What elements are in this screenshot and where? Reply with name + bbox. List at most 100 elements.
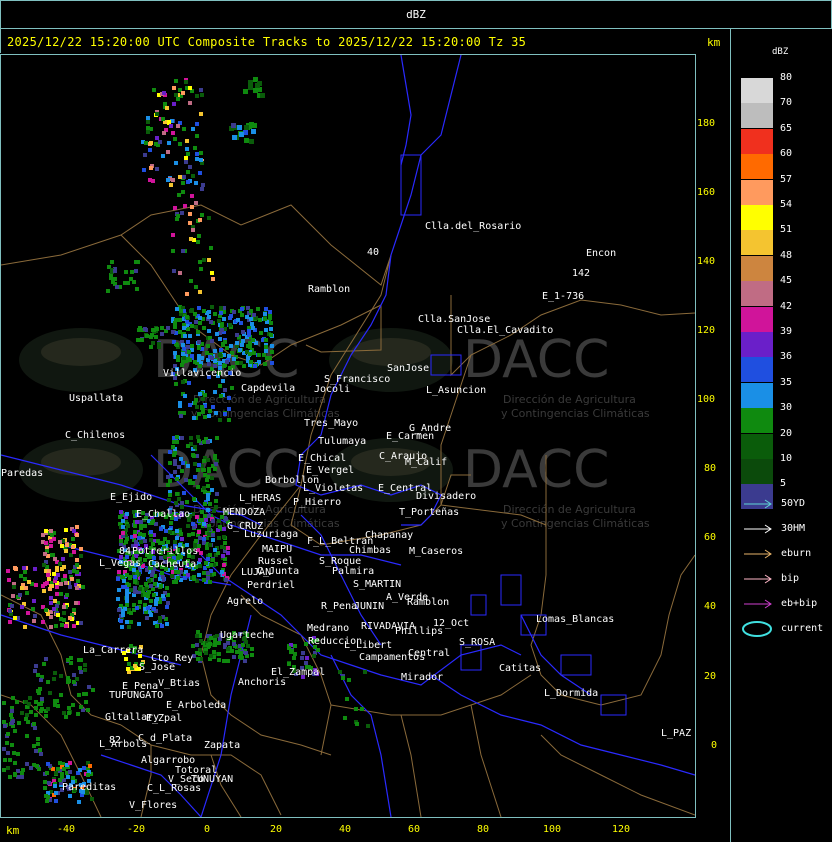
radar-echo-pixel xyxy=(79,547,83,551)
urban-area-outline xyxy=(560,654,592,676)
radar-echo-pixel xyxy=(247,333,251,337)
radar-echo-pixel xyxy=(264,345,268,349)
radar-echo-pixel xyxy=(133,534,137,538)
radar-echo-pixel xyxy=(51,553,55,557)
arrow-icon xyxy=(744,599,772,609)
radar-echo-pixel xyxy=(186,340,190,344)
radar-echo-pixel xyxy=(149,141,153,145)
radar-echo-pixel xyxy=(122,579,126,583)
radar-echo-pixel xyxy=(213,312,217,316)
radar-echo-pixel xyxy=(180,436,184,440)
radar-echo-pixel xyxy=(204,518,208,522)
radar-echo-pixel xyxy=(207,216,211,220)
place-label: Catitas xyxy=(499,663,542,674)
place-label: Anchoris xyxy=(238,677,287,688)
radar-echo-pixel xyxy=(268,310,272,314)
radar-echo-pixel xyxy=(262,353,266,357)
radar-echo-pixel xyxy=(227,418,231,422)
radar-echo-pixel xyxy=(84,700,88,704)
legend-value: 57 xyxy=(780,173,793,185)
radar-echo-pixel xyxy=(117,588,121,592)
radar-echo-pixel xyxy=(198,564,202,568)
radar-echo-pixel xyxy=(145,616,149,620)
radar-echo-pixel xyxy=(198,321,202,325)
radar-echo-pixel xyxy=(175,477,179,481)
radar-echo-pixel xyxy=(227,407,231,411)
legend-track-label: 50YD xyxy=(781,498,806,509)
radar-echo-pixel xyxy=(66,676,70,680)
radar-echo-pixel xyxy=(182,127,186,131)
radar-echo-pixel xyxy=(133,664,137,668)
radar-echo-pixel xyxy=(160,332,164,336)
place-label: Pareditas xyxy=(62,782,117,793)
radar-echo-pixel xyxy=(126,667,130,671)
radar-echo-pixel xyxy=(173,451,177,455)
radar-echo-pixel xyxy=(65,543,69,547)
radar-echo-pixel xyxy=(222,659,226,663)
radar-echo-pixel xyxy=(189,237,193,241)
radar-echo-pixel xyxy=(187,533,191,537)
radar-echo-pixel xyxy=(137,622,141,626)
legend-value: 65 xyxy=(780,122,793,134)
radar-echo-pixel xyxy=(174,161,178,165)
legend-value: 60 xyxy=(780,148,793,160)
radar-echo-pixel xyxy=(196,485,200,489)
radar-echo-pixel xyxy=(219,306,223,310)
radar-echo-pixel xyxy=(48,691,52,695)
radar-echo-pixel xyxy=(178,404,182,408)
radar-echo-pixel xyxy=(200,93,204,97)
radar-echo-pixel xyxy=(183,204,187,208)
legend-track-label: eburn xyxy=(781,548,812,559)
radar-echo-pixel xyxy=(179,414,183,418)
radar-echo-pixel xyxy=(44,608,48,612)
radar-echo-pixel xyxy=(195,122,199,126)
radar-echo-pixel xyxy=(184,156,188,160)
radar-echo-pixel xyxy=(169,124,173,128)
radar-echo-pixel xyxy=(226,546,230,550)
radar-echo-pixel xyxy=(152,88,156,92)
radar-echo-pixel xyxy=(210,356,214,360)
x-tick-label: 60 xyxy=(408,824,421,835)
radar-echo-pixel xyxy=(10,709,14,713)
radar-echo-pixel xyxy=(175,529,179,533)
radar-echo-pixel xyxy=(144,582,148,586)
radar-echo-pixel xyxy=(11,594,15,598)
radar-echo-pixel xyxy=(215,492,219,496)
legend-value: 51 xyxy=(780,224,793,236)
legend-value: 20 xyxy=(780,427,793,439)
radar-echo-pixel xyxy=(190,194,194,198)
radar-echo-pixel xyxy=(191,174,195,178)
radar-echo-pixel xyxy=(166,326,170,330)
radar-echo-pixel xyxy=(211,405,215,409)
radar-echo-pixel xyxy=(198,392,202,396)
radar-echo-pixel xyxy=(224,578,228,582)
radar-echo-pixel xyxy=(54,799,58,803)
radar-echo-pixel xyxy=(149,599,153,603)
place-label: Divisadero xyxy=(416,491,477,502)
legend-track-ebbip: eb+bip xyxy=(741,595,832,613)
radar-echo-pixel xyxy=(171,445,175,449)
radar-echo-pixel xyxy=(214,462,218,466)
radar-echo-pixel xyxy=(146,126,150,130)
radar-echo-pixel xyxy=(161,117,165,121)
radar-echo-pixel xyxy=(162,91,166,95)
radar-echo-pixel xyxy=(287,662,291,666)
department-boundary xyxy=(400,714,422,817)
department-boundary xyxy=(470,704,502,817)
radar-echo-pixel xyxy=(151,179,155,183)
radar-echo-pixel xyxy=(181,249,185,253)
radar-echo-pixel xyxy=(186,152,190,156)
radar-echo-pixel xyxy=(45,771,49,775)
radar-echo-pixel xyxy=(46,612,50,616)
radar-echo-pixel xyxy=(56,613,60,617)
radar-map[interactable]: DACC Dirección de Agricultura y Contingenc… xyxy=(0,54,696,818)
radar-echo-pixel xyxy=(152,607,156,611)
legend-value: 80 xyxy=(780,72,793,83)
radar-echo-pixel xyxy=(20,711,24,715)
radar-echo-pixel xyxy=(204,561,208,565)
radar-echo-pixel xyxy=(62,611,66,615)
radar-echo-pixel xyxy=(143,539,147,543)
radar-echo-pixel xyxy=(213,643,217,647)
radar-echo-pixel xyxy=(217,519,221,523)
radar-echo-pixel xyxy=(249,139,254,144)
